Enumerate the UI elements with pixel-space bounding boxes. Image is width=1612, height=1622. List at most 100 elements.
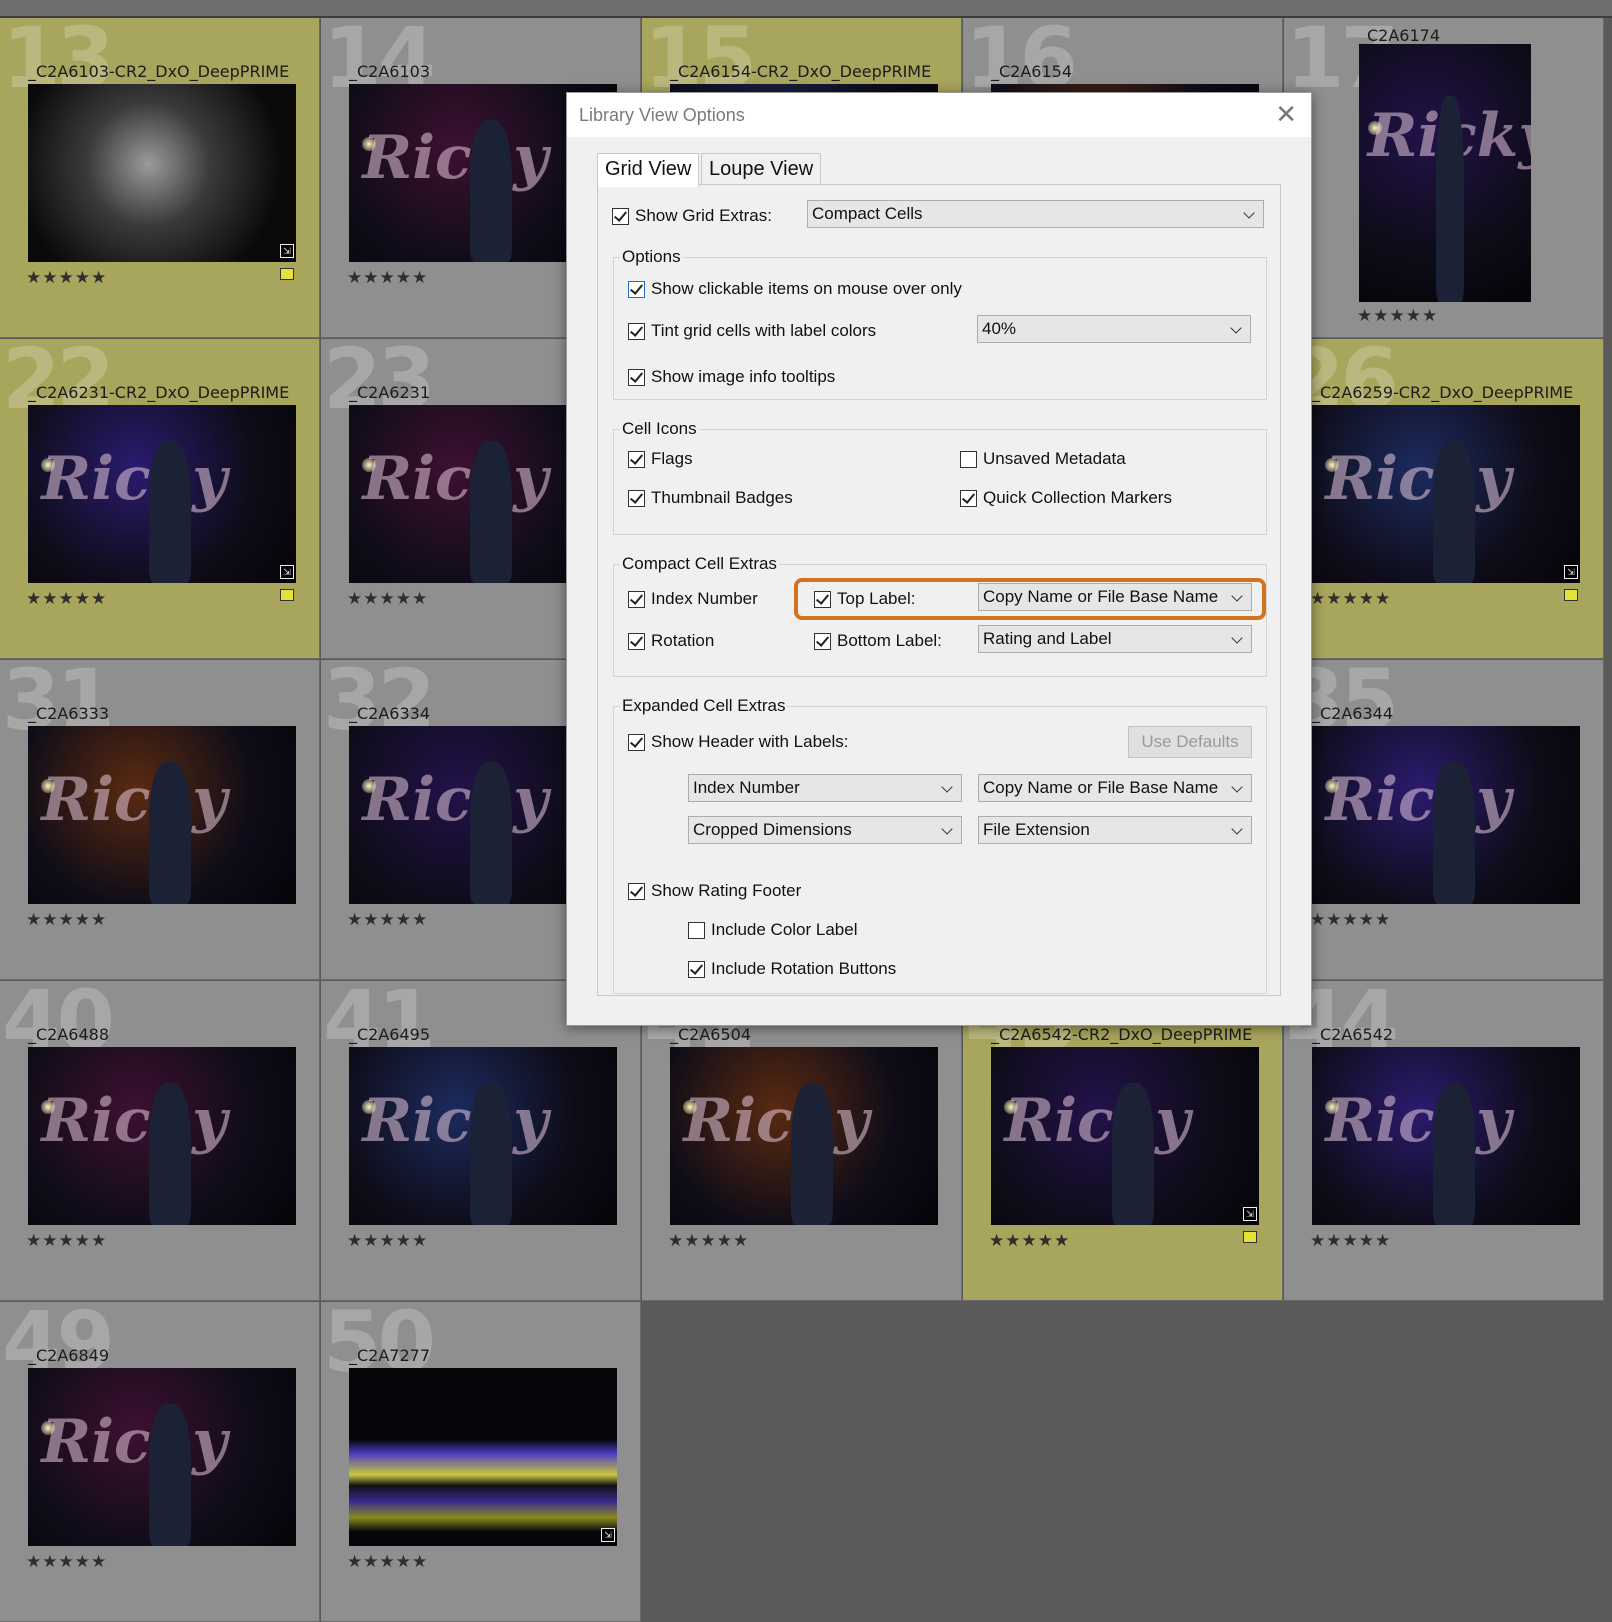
edit-badge-icon[interactable]: ⇲ — [280, 565, 294, 579]
tab-loupe-view[interactable]: Loupe View — [701, 153, 822, 185]
stage-banner-graphic: Ricky — [362, 123, 549, 194]
dialog-titlebar: Library View Options ✕ — [567, 93, 1311, 137]
show-clickable-label: Show clickable items on mouse over only — [651, 279, 962, 298]
use-defaults-button[interactable]: Use Defaults — [1128, 726, 1252, 758]
edit-badge-icon[interactable]: ⇲ — [1564, 565, 1578, 579]
grid-cell[interactable]: 13 _C2A6103-CR2_DxO_DeepPRIME ★★★★★ ⇲ — [0, 18, 320, 338]
cell-top-label: _C2A6542-CR2_DxO_DeepPRIME — [991, 1025, 1253, 1044]
cell-top-label: _C2A6495 — [349, 1025, 431, 1044]
cell-rating-stars: ★★★★★ — [26, 910, 108, 929]
options-group: Options Show clickable items on mouse ov… — [613, 247, 1267, 400]
tint-cells-label: Tint grid cells with label colors — [651, 321, 877, 340]
grid-cell[interactable]: 41 _C2A6495 Ricky ★★★★★ — [321, 981, 641, 1301]
grid-cell[interactable]: 40 _C2A6488 Ricky ★★★★★ — [0, 981, 320, 1301]
grid-cell[interactable]: 49 _C2A6849 Ricky ★★★★★ — [0, 1302, 320, 1622]
photo-thumbnail[interactable]: Ricky — [670, 1047, 938, 1225]
bottom-label-checkbox[interactable] — [814, 633, 831, 650]
photo-thumbnail[interactable]: Ricky — [1312, 726, 1580, 904]
flags-checkbox[interactable] — [628, 451, 645, 468]
show-clickable-checkbox[interactable] — [628, 281, 645, 298]
chevron-down-icon — [1230, 322, 1242, 334]
cell-top-label: _C2A6231 — [349, 383, 431, 402]
flags-label: Flags — [651, 449, 693, 468]
performer-figure — [1111, 1082, 1155, 1225]
header-field-1-select[interactable]: Index Number — [688, 774, 962, 802]
edit-badge-icon[interactable]: ⇲ — [601, 1528, 615, 1542]
photo-thumbnail[interactable]: Ricky — [28, 405, 296, 583]
cell-top-label: _C2A6334 — [349, 704, 431, 723]
performer-figure — [1432, 761, 1476, 904]
photo-thumbnail[interactable]: Ricky — [28, 1368, 296, 1546]
quick-collection-label: Quick Collection Markers — [983, 488, 1172, 507]
cell-rating-stars: ★★★★★ — [26, 268, 108, 287]
grid-cell[interactable]: 35 _C2A6344 Ricky ★★★★★ — [1284, 660, 1604, 980]
grid-extras-select[interactable]: Compact Cells — [807, 200, 1264, 228]
grid-cell[interactable]: 31 _C2A6333 Ricky ★★★★★ — [0, 660, 320, 980]
rating-footer-label: Show Rating Footer — [651, 881, 802, 900]
grid-cell[interactable]: 22 _C2A6231-CR2_DxO_DeepPRIME Ricky ★★★★★ ⇲ — [0, 339, 320, 659]
thumbnail-badges-checkbox[interactable] — [628, 490, 645, 507]
cell-rating-stars: ★★★★★ — [26, 589, 108, 608]
photo-thumbnail[interactable]: Ricky — [349, 1047, 617, 1225]
index-number-checkbox[interactable] — [628, 591, 645, 608]
chevron-down-icon — [941, 823, 953, 835]
photo-thumbnail[interactable] — [28, 84, 296, 262]
rotation-checkbox[interactable] — [628, 633, 645, 650]
show-header-checkbox[interactable] — [628, 734, 645, 751]
grid-extras-value: Compact Cells — [812, 204, 923, 223]
photo-thumbnail[interactable]: Ricky — [28, 1047, 296, 1225]
grid-cell[interactable]: 42_C2A6504Ricky★★★★★ — [642, 981, 962, 1301]
cell-top-label: _C2A6488 — [28, 1025, 110, 1044]
color-label-swatch — [1564, 589, 1578, 601]
grid-cell[interactable]: 43_C2A6542-CR2_DxO_DeepPRIMERicky★★★★★⇲ — [963, 981, 1283, 1301]
grid-cell[interactable]: 26 _C2A6259-CR2_DxO_DeepPRIME Ricky ★★★★★ ⇲ — [1284, 339, 1604, 659]
cell-top-label: _C2A7277 — [349, 1346, 431, 1365]
edit-badge-icon[interactable]: ⇲ — [1243, 1207, 1257, 1221]
color-label-swatch — [280, 589, 294, 601]
unsaved-metadata-checkbox[interactable] — [960, 451, 977, 468]
image-tooltips-checkbox[interactable] — [628, 369, 645, 386]
bottom-label-select[interactable]: Rating and Label — [978, 625, 1252, 653]
photo-thumbnail[interactable]: Ricky — [991, 1047, 1259, 1225]
performer-figure — [469, 119, 513, 262]
tint-cells-checkbox[interactable] — [628, 323, 645, 340]
quick-collection-checkbox[interactable] — [960, 490, 977, 507]
cell-top-label: _C2A6333 — [28, 704, 110, 723]
chevron-down-icon — [941, 781, 953, 793]
show-grid-extras-checkbox[interactable] — [612, 208, 629, 225]
top-toolbar-strip — [0, 0, 1612, 18]
rating-footer-checkbox[interactable] — [628, 883, 645, 900]
include-rotation-checkbox[interactable] — [688, 961, 705, 978]
photo-thumbnail[interactable]: Ricky — [28, 726, 296, 904]
photo-thumbnail[interactable] — [349, 1368, 617, 1546]
edit-badge-icon[interactable]: ⇲ — [280, 244, 294, 258]
header-field-1-value: Index Number — [693, 778, 800, 797]
grid-cell[interactable]: 44 _C2A6542 Ricky ★★★★★ — [1284, 981, 1604, 1301]
grid-cell[interactable]: 50 _C2A7277 ★★★★★ ⇲ — [321, 1302, 641, 1622]
header-field-2-value: Copy Name or File Base Name — [983, 778, 1219, 797]
stage-banner-graphic: Ricky — [41, 1086, 228, 1157]
photo-thumbnail[interactable]: Ricky — [1359, 44, 1531, 302]
cell-icons-group-title: Cell Icons — [620, 419, 699, 439]
header-field-2-select[interactable]: Copy Name or File Base Name — [978, 774, 1252, 802]
photo-thumbnail[interactable]: Ricky — [1312, 1047, 1580, 1225]
dialog-title: Library View Options — [579, 105, 745, 125]
performer-figure — [148, 1082, 192, 1225]
expanded-cell-extras-title: Expanded Cell Extras — [620, 696, 788, 716]
cell-top-label: _C2A6174 — [1359, 26, 1441, 45]
show-grid-extras-label: Show Grid Extras: — [635, 206, 772, 225]
include-color-label-checkbox[interactable] — [688, 922, 705, 939]
top-label-highlight — [794, 578, 1266, 620]
include-rotation-label: Include Rotation Buttons — [711, 959, 897, 978]
tint-percent-select[interactable]: 40% — [977, 315, 1251, 343]
chevron-down-icon — [1231, 781, 1243, 793]
performer-figure — [469, 440, 513, 583]
tab-grid-view[interactable]: Grid View — [597, 153, 700, 187]
grid-cell[interactable]: 17_C2A6174Ricky★★★★★ — [1284, 18, 1604, 338]
stage-banner-graphic: Ricky — [1325, 444, 1512, 515]
header-field-3-select[interactable]: Cropped Dimensions — [688, 816, 962, 844]
header-field-4-select[interactable]: File Extension — [978, 816, 1252, 844]
close-icon[interactable]: ✕ — [1275, 101, 1297, 127]
chevron-down-icon — [1243, 207, 1255, 219]
photo-thumbnail[interactable]: Ricky — [1312, 405, 1580, 583]
